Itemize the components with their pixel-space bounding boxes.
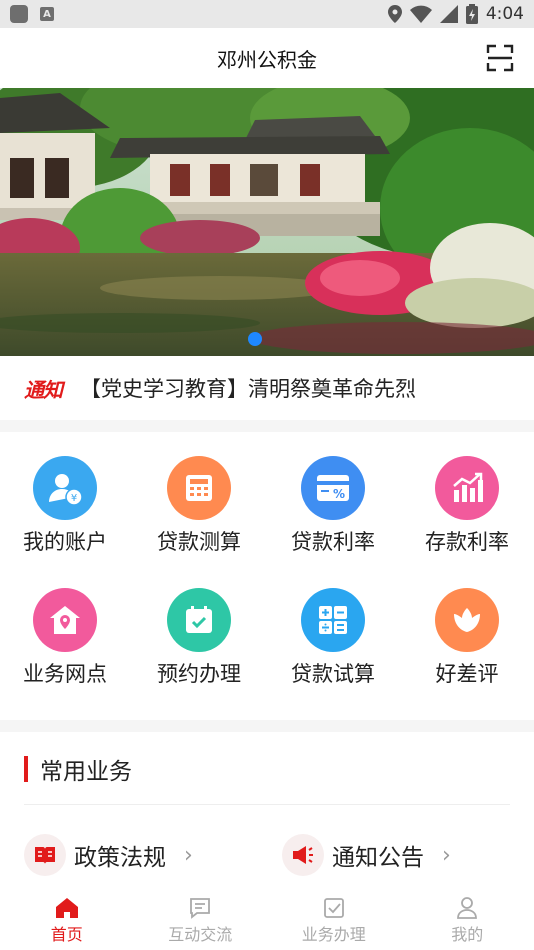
quick-item-label: 我的账户 — [23, 530, 107, 554]
service-notices[interactable]: 通知公告 › — [282, 834, 451, 876]
notice-ticker[interactable]: 通知 【党史学习教育】清明祭奠革命先烈 — [0, 356, 534, 420]
svg-text:¥: ¥ — [71, 493, 77, 504]
quick-item-deposit-rate[interactable]: 存款利率 — [402, 456, 532, 576]
quick-item-label: 贷款利率 — [291, 530, 375, 554]
divider — [24, 804, 510, 805]
section-header: 常用业务 — [24, 752, 132, 786]
quick-item-my-account[interactable]: ¥ 我的账户 — [0, 456, 130, 576]
status-bar: A 4:04 — [0, 0, 534, 28]
scan-icon[interactable] — [486, 44, 514, 72]
calendar-check-icon — [167, 588, 231, 652]
notice-tag: 通知 — [24, 377, 63, 402]
clock: 4:04 — [485, 4, 524, 24]
quick-actions-grid: ¥ 我的账户 贷款测算 % 贷款利率 存款利率 业务网点 预约办理 贷款试算 好… — [0, 432, 534, 720]
chevron-right-icon: › — [184, 842, 193, 868]
quick-item-appointment[interactable]: 预约办理 — [134, 588, 264, 708]
location-house-icon — [33, 588, 97, 652]
megaphone-icon — [282, 834, 324, 876]
svg-text:%: % — [333, 487, 345, 501]
battery-icon — [465, 4, 478, 24]
signal-icon — [439, 5, 458, 23]
section-title: 常用业务 — [40, 759, 132, 785]
section-accent-bar — [24, 756, 28, 782]
tab-label: 业务办理 — [301, 925, 366, 944]
tab-label: 我的 — [451, 925, 484, 944]
banner-image — [0, 88, 534, 356]
quick-item-loan-estimate[interactable]: 贷款测算 — [134, 456, 264, 576]
bottom-tab-bar: 首页 互动交流 业务办理 我的 — [0, 892, 534, 950]
carousel-indicator[interactable] — [248, 332, 262, 346]
policy-book-icon — [24, 834, 66, 876]
tab-business[interactable]: 业务办理 — [267, 892, 401, 950]
chevron-right-icon: › — [442, 842, 451, 868]
location-icon — [387, 5, 402, 23]
chart-up-icon — [435, 456, 499, 520]
user-icon — [457, 897, 478, 919]
wifi-icon — [409, 5, 432, 23]
app-header: 邓州公积金 — [0, 28, 534, 88]
quick-item-label: 存款利率 — [425, 530, 509, 554]
quick-item-label: 预约办理 — [157, 662, 241, 686]
home-icon — [55, 898, 78, 918]
quick-item-loan-trial[interactable]: 贷款试算 — [268, 588, 398, 708]
chat-icon — [190, 898, 211, 919]
tab-interaction[interactable]: 互动交流 — [134, 892, 268, 950]
common-services-section: 常用业务 政策法规 › 通知公告 › — [0, 732, 534, 892]
quick-item-loan-rate[interactable]: % 贷款利率 — [268, 456, 398, 576]
account-icon: ¥ — [33, 456, 97, 520]
math-calc-icon — [301, 588, 365, 652]
banner-carousel[interactable] — [0, 88, 534, 356]
tulip-icon — [435, 588, 499, 652]
tab-label: 首页 — [50, 925, 83, 944]
service-policy-laws[interactable]: 政策法规 › — [24, 834, 193, 876]
keyboard-a-icon: A — [40, 7, 54, 21]
quick-item-branches[interactable]: 业务网点 — [0, 588, 130, 708]
quick-item-label: 业务网点 — [23, 662, 107, 686]
task-check-icon — [323, 898, 344, 918]
tab-label: 互动交流 — [168, 925, 233, 944]
rate-card-icon: % — [301, 456, 365, 520]
service-label: 政策法规 — [74, 845, 166, 871]
quick-item-label: 好差评 — [435, 662, 499, 686]
calculator-icon — [167, 456, 231, 520]
notice-text[interactable]: 【党史学习教育】清明祭奠革命先烈 — [80, 373, 416, 403]
service-label: 通知公告 — [332, 845, 424, 871]
tab-mine[interactable]: 我的 — [401, 892, 534, 950]
quick-item-label: 贷款试算 — [291, 662, 375, 686]
quick-item-rating[interactable]: 好差评 — [402, 588, 532, 708]
tab-home[interactable]: 首页 — [0, 892, 134, 950]
page-title: 邓州公积金 — [217, 47, 317, 72]
quick-item-label: 贷款测算 — [157, 530, 241, 554]
app-notification-icon — [10, 5, 28, 23]
